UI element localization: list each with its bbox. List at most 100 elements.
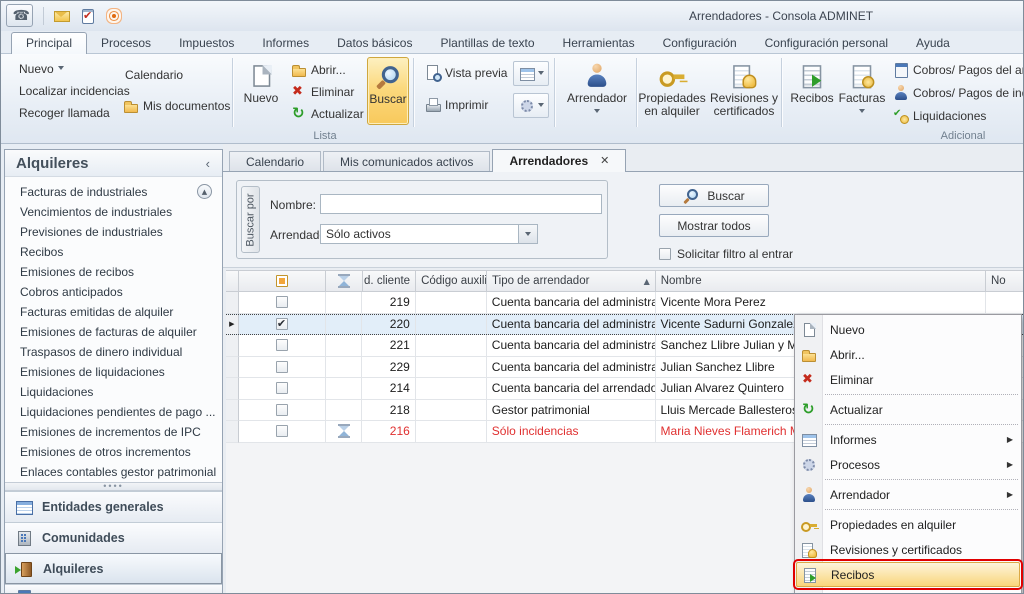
ribbon-button-vista-previa[interactable]: Vista previa (421, 63, 511, 83)
ribbon-tab-datos-b-sicos[interactable]: Datos básicos (323, 33, 426, 54)
context-menu-item-nuevo[interactable]: Nuevo (795, 317, 1021, 342)
ribbon-tab-configuraci-n[interactable]: Configuración (649, 33, 751, 54)
ribbon-dropdown-settings[interactable] (513, 93, 549, 118)
sidebar-item-facturas-emitidas-de-alquiler[interactable]: Facturas emitidas de alquiler (5, 302, 222, 322)
ribbon-tab-informes[interactable]: Informes (248, 33, 323, 54)
ribbon-tab-principal[interactable]: Principal (11, 32, 87, 54)
select-all-checkbox-icon[interactable] (276, 275, 288, 287)
row-checkbox-cell[interactable] (239, 378, 326, 400)
ribbon-button-nuevo-menu[interactable]: Nuevo (15, 60, 68, 78)
sidebar-item-traspasos-de-dinero-individual[interactable]: Traspasos de dinero individual (5, 342, 222, 362)
tab-calendario[interactable]: Calendario (229, 151, 321, 172)
ribbon-button-facturas[interactable]: Facturas (839, 57, 885, 125)
sidebar-section-alquileres[interactable]: Alquileres (5, 553, 222, 584)
ribbon-button-eliminar[interactable]: Eliminar (287, 82, 358, 102)
sidebar-item-enlaces-contables-gestor-patrimonial[interactable]: Enlaces contables gestor patrimonial (5, 462, 222, 482)
sidebar-item-vencimientos-de-industriales[interactable]: Vencimientos de industriales (5, 202, 222, 222)
row-checkbox-cell[interactable] (239, 315, 326, 335)
sidebar-section-entidades-generales[interactable]: Entidades generales (5, 491, 222, 522)
table-row[interactable]: 219Cuenta bancaria del administradorVice… (226, 292, 1024, 314)
mostrar-todos-button[interactable]: Mostrar todos (659, 214, 769, 237)
sidebar-section-comunidades[interactable]: Comunidades (5, 522, 222, 553)
column-header-checkbox[interactable] (239, 270, 326, 292)
sidebar-splitter[interactable]: •••• (5, 482, 222, 491)
row-checkbox[interactable] (276, 296, 288, 308)
close-icon[interactable]: ✕ (600, 151, 609, 171)
context-menu-item-actualizar[interactable]: Actualizar (795, 397, 1021, 422)
context-menu-item-procesos[interactable]: Procesos▶ (795, 452, 1021, 477)
ribbon-button-arrendador[interactable]: Arrendador (559, 57, 635, 125)
ribbon-dropdown-list-layout[interactable] (513, 61, 549, 86)
row-checkbox[interactable] (276, 339, 288, 351)
ribbon-button-cobros-pagos-arrendador[interactable]: Cobros/ Pagos del arren (889, 60, 1023, 80)
ribbon-tab-plantillas-de-texto[interactable]: Plantillas de texto (426, 33, 548, 54)
context-menu-item-abrir[interactable]: Abrir... (795, 342, 1021, 367)
row-checkbox[interactable] (276, 361, 288, 373)
context-menu-item-informes[interactable]: Informes▶ (795, 427, 1021, 452)
ribbon-button-liquidaciones[interactable]: Liquidaciones (889, 106, 990, 126)
sidebar-item-previsiones-de-industriales[interactable]: Previsiones de industriales (5, 222, 222, 242)
row-checkbox[interactable] (276, 425, 288, 437)
row-checkbox[interactable] (276, 404, 288, 416)
row-checkbox[interactable] (276, 382, 288, 394)
ribbon-button-actualizar[interactable]: Actualizar (287, 104, 368, 124)
row-checkbox-cell[interactable] (239, 292, 326, 314)
nombre-input[interactable] (320, 194, 602, 214)
ribbon-button-calendario[interactable]: Calendario (121, 66, 187, 84)
context-menu-item-revisiones-y-certificados[interactable]: Revisiones y certificados (795, 537, 1021, 562)
context-menu-item-propiedades-en-alquiler[interactable]: Propiedades en alquiler (795, 512, 1021, 537)
column-header-no[interactable]: No (986, 270, 1024, 292)
sidebar-item-liquidaciones[interactable]: Liquidaciones (5, 382, 222, 402)
ribbon-button-imprimir[interactable]: Imprimir (421, 95, 492, 115)
sidebar-item-emisiones-de-facturas-de-alquiler[interactable]: Emisiones de facturas de alquiler (5, 322, 222, 342)
ribbon-button-revisiones-certificados[interactable]: Revisiones y certificados (707, 57, 781, 125)
solicitar-filtro-checkbox[interactable]: Solicitar filtro al entrar (659, 247, 793, 261)
row-checkbox-cell[interactable] (239, 357, 326, 379)
mail-button[interactable] (54, 8, 70, 24)
sidebar-item-emisiones-de-recibos[interactable]: Emisiones de recibos (5, 262, 222, 282)
broadcast-button[interactable] (106, 8, 122, 24)
arrendadores-select[interactable]: Sólo activos (320, 224, 538, 244)
collapse-chevron-icon[interactable]: ‹ (202, 156, 214, 171)
buscar-por-vertical-tab[interactable]: Buscar por (241, 186, 260, 253)
tasks-button[interactable] (80, 8, 96, 24)
sidebar-item-recibos[interactable]: Recibos (5, 242, 222, 262)
sidebar-item-emisiones-de-otros-incrementos[interactable]: Emisiones de otros incrementos (5, 442, 222, 462)
ribbon-tab-procesos[interactable]: Procesos (87, 33, 165, 54)
buscar-button[interactable]: Buscar (659, 184, 769, 207)
tab-arrendadores[interactable]: Arrendadores✕ (492, 149, 626, 172)
ribbon-button-nuevo[interactable]: Nuevo (239, 57, 283, 125)
context-menu-item-arrendador[interactable]: Arrendador▶ (795, 482, 1021, 507)
context-menu-item-recibos[interactable]: Recibos (796, 562, 1020, 587)
context-menu-item-facturas[interactable]: Facturas▶ (795, 587, 1021, 594)
column-header-c-digo-auxiliar[interactable]: Código auxiliar (416, 270, 487, 292)
sidebar-item-cobros-anticipados[interactable]: Cobros anticipados (5, 282, 222, 302)
scroll-up-button[interactable]: ▲ (197, 184, 212, 199)
combo-arrow-button[interactable] (518, 225, 537, 243)
row-checkbox[interactable] (276, 318, 288, 330)
column-header-nombre[interactable]: Nombre (656, 270, 986, 292)
phone-button[interactable] (6, 4, 33, 27)
ribbon-button-propiedades-en-alquiler[interactable]: Propiedades en alquiler (639, 57, 705, 125)
ribbon-tab-configuraci-n-personal[interactable]: Configuración personal (751, 33, 902, 54)
sidebar-item-emisiones-de-liquidaciones[interactable]: Emisiones de liquidaciones (5, 362, 222, 382)
ribbon-tab-ayuda[interactable]: Ayuda (902, 33, 964, 54)
ribbon-button-recibos[interactable]: Recibos (787, 57, 837, 125)
tab-mis-comunicados-activos[interactable]: Mis comunicados activos (323, 151, 490, 172)
ribbon-button-mis-documentos[interactable]: Mis documentos (119, 96, 234, 116)
sidebar-item-emisiones-de-incrementos-de-ipc[interactable]: Emisiones de incrementos de IPC (5, 422, 222, 442)
column-header-tipo-de-arrendador[interactable]: Tipo de arrendador▲ (487, 270, 656, 292)
ribbon-button-abrir[interactable]: Abrir... (287, 60, 350, 80)
column-header-row-indicator[interactable] (226, 270, 239, 292)
ribbon-button-cobros-pagos-inquilino[interactable]: Cobros/ Pagos de inquil (889, 83, 1023, 103)
ribbon-button-recoger-llamada[interactable]: Recoger llamada (15, 104, 114, 122)
ribbon-tab-herramientas[interactable]: Herramientas (549, 33, 649, 54)
context-menu-item-eliminar[interactable]: Eliminar (795, 367, 1021, 392)
row-checkbox-cell[interactable] (239, 335, 326, 357)
ribbon-button-localizar-incidencias[interactable]: Localizar incidencias (15, 82, 134, 100)
row-checkbox-cell[interactable] (239, 400, 326, 422)
sidebar-section-partial[interactable] (5, 584, 222, 594)
column-header-hourglass[interactable] (326, 270, 362, 292)
column-header-id-cliente[interactable]: Id. cliente (363, 270, 417, 292)
ribbon-tab-impuestos[interactable]: Impuestos (165, 33, 248, 54)
